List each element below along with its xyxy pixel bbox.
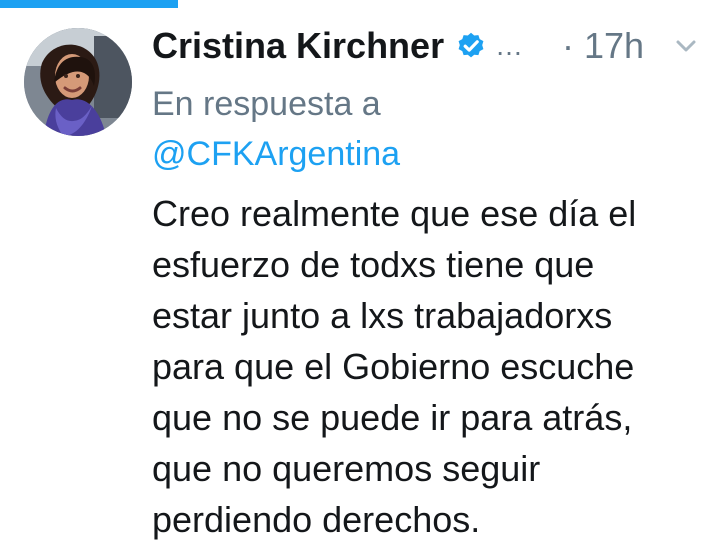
chevron-down-icon[interactable] (674, 34, 698, 58)
reply-handle-link[interactable]: @CFKArgentina (152, 132, 400, 176)
tweet-text-line: que no se puede ir para atrás, (152, 397, 633, 438)
verified-badge-icon (458, 32, 484, 58)
tweet-text-line: para que el Gobierno escuche (152, 346, 635, 387)
tweet-header: Cristina Kirchner … · 17h (152, 24, 712, 68)
tweet-card[interactable]: Cristina Kirchner … · 17h En respuesta a… (0, 0, 720, 558)
tweet-text-line: perdiendo derechos. (152, 499, 481, 540)
tweet-text-line: estar junto a lxs trabajadorxs (152, 295, 613, 336)
tweet-text-line: Creo realmente que ese día el (152, 193, 637, 234)
truncated-handle-ellipsis: … (495, 30, 523, 61)
avatar-image (24, 28, 132, 136)
tweet-timestamp[interactable]: · 17h (562, 24, 644, 68)
reply-context-label: En respuesta a (152, 85, 381, 123)
tweet-text-line: esfuerzo de todxs tiene que (152, 244, 595, 285)
tweet-text: Creo realmente que ese día el esfuerzo d… (152, 188, 712, 545)
tweet-screen: Cristina Kirchner … · 17h En respuesta a… (0, 0, 720, 558)
tweet-text-line: que no queremos seguir (152, 448, 541, 489)
author-name[interactable]: Cristina Kirchner (152, 24, 444, 68)
avatar[interactable] (24, 28, 132, 136)
